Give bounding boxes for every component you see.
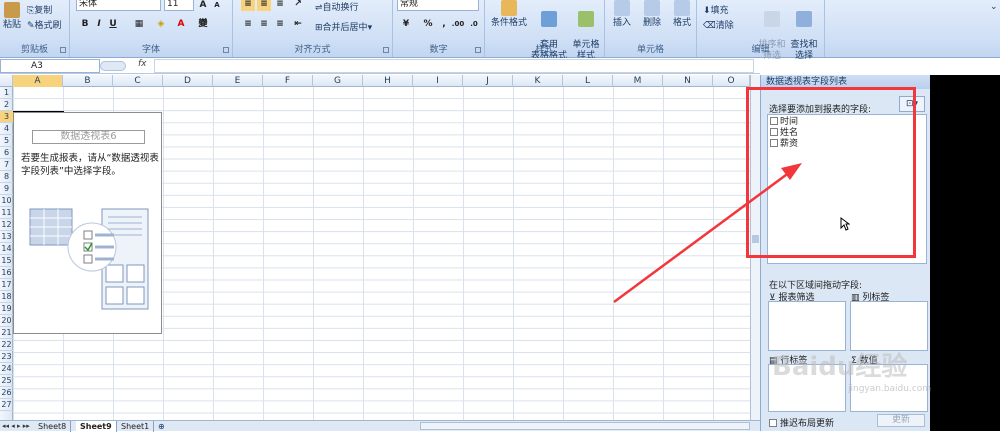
mouse-cursor-icon [840,217,850,231]
annotation-arrow-icon [613,163,802,304]
